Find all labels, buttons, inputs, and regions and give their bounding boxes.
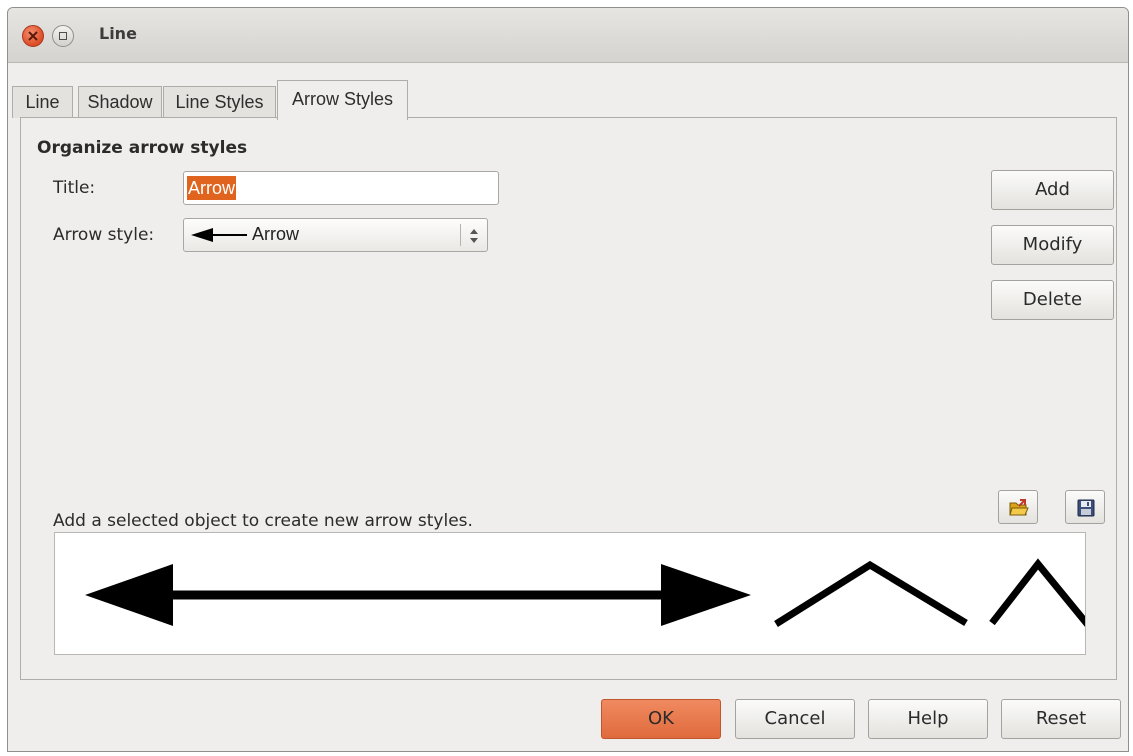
spinner-arrows-icon bbox=[470, 229, 478, 243]
tab-shadow[interactable]: Shadow bbox=[78, 86, 162, 118]
modify-button-label: Modify bbox=[1022, 234, 1083, 255]
section-heading: Organize arrow styles bbox=[37, 138, 248, 158]
maximize-window-button[interactable] bbox=[52, 25, 74, 47]
narrow-chevron-shape bbox=[989, 558, 1091, 628]
arrow-style-select[interactable]: Arrow bbox=[183, 218, 488, 252]
window-title: Line bbox=[99, 24, 137, 43]
help-button-label: Help bbox=[907, 708, 949, 729]
tab-arrow-styles[interactable]: Arrow Styles bbox=[277, 80, 408, 120]
close-window-button[interactable] bbox=[22, 25, 44, 47]
cancel-button[interactable]: Cancel bbox=[735, 699, 855, 739]
ok-button-label: OK bbox=[648, 708, 674, 729]
title-input[interactable]: Arrow bbox=[183, 171, 499, 205]
delete-button[interactable]: Delete bbox=[991, 280, 1114, 320]
line-dialog: Line Line Shadow Line Styles Arrow Style… bbox=[7, 7, 1129, 752]
floppy-save-icon bbox=[1077, 499, 1095, 517]
arrow-head-right bbox=[661, 564, 751, 626]
maximize-icon bbox=[59, 32, 67, 40]
title-input-value: Arrow bbox=[187, 176, 237, 200]
tab-line-styles[interactable]: Line Styles bbox=[163, 86, 276, 118]
arrow-shapes-preview bbox=[85, 558, 1091, 628]
close-icon bbox=[28, 31, 38, 41]
delete-button-label: Delete bbox=[1022, 289, 1083, 310]
title-bar: Line bbox=[8, 8, 1128, 63]
open-folder-icon bbox=[1009, 499, 1029, 516]
reset-button[interactable]: Reset bbox=[1001, 699, 1121, 739]
reset-button-label: Reset bbox=[1035, 708, 1087, 729]
add-button[interactable]: Add bbox=[991, 170, 1114, 210]
arrow-head-left bbox=[85, 564, 173, 626]
add-button-label: Add bbox=[1035, 179, 1070, 200]
load-arrow-styles-button[interactable] bbox=[998, 490, 1038, 524]
arrow-styles-preview bbox=[54, 532, 1091, 655]
help-button[interactable]: Help bbox=[868, 699, 988, 739]
cancel-button-label: Cancel bbox=[764, 708, 826, 729]
arrow-style-label: Arrow style: bbox=[53, 225, 155, 245]
arrow-styles-panel: Organize arrow styles Title: Arrow Arrow… bbox=[20, 117, 1117, 680]
ok-button[interactable]: OK bbox=[601, 699, 721, 739]
wide-chevron-shape bbox=[774, 560, 968, 627]
tab-line[interactable]: Line bbox=[12, 86, 73, 118]
modify-button[interactable]: Modify bbox=[991, 225, 1114, 265]
arrow-style-value: Arrow bbox=[252, 224, 300, 244]
arrow-preview-icon bbox=[191, 228, 247, 242]
save-arrow-styles-button[interactable] bbox=[1065, 490, 1105, 524]
hint-text: Add a selected object to create new arro… bbox=[53, 511, 473, 531]
title-label: Title: bbox=[53, 178, 96, 198]
